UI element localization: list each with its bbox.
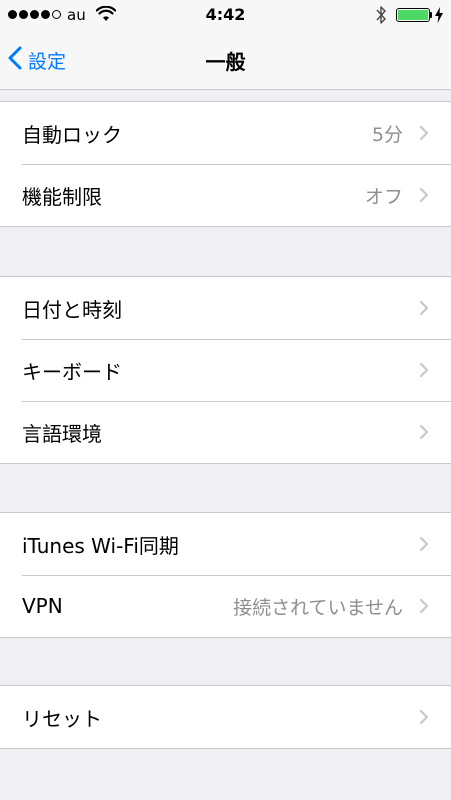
row-value: 接続されていません bbox=[233, 596, 403, 619]
row-label: 言語環境 bbox=[22, 421, 102, 446]
row-label: 日付と時刻 bbox=[22, 297, 122, 322]
settings-group-reset: リセット bbox=[0, 685, 451, 749]
row-value: オフ bbox=[364, 185, 403, 208]
chevron-right-icon bbox=[419, 598, 429, 618]
row-value: 5分 bbox=[371, 123, 403, 146]
chevron-right-icon bbox=[419, 362, 429, 382]
chevron-right-icon bbox=[419, 125, 429, 145]
settings-group-network: iTunes Wi-Fi同期 VPN 接続されていません bbox=[0, 512, 451, 638]
language-region-row[interactable]: 言語環境 bbox=[0, 401, 451, 463]
charging-bolt-icon bbox=[434, 7, 444, 27]
keyboard-row[interactable]: キーボード bbox=[0, 339, 451, 401]
chevron-right-icon bbox=[419, 709, 429, 729]
row-label: 機能制限 bbox=[22, 184, 102, 209]
date-time-row[interactable]: 日付と時刻 bbox=[0, 277, 451, 339]
status-bar: au 4:42 bbox=[0, 0, 451, 30]
bluetooth-icon bbox=[375, 5, 387, 29]
auto-lock-row[interactable]: 自動ロック 5分 bbox=[0, 102, 451, 164]
chevron-right-icon bbox=[419, 300, 429, 320]
settings-group-lock: 自動ロック 5分 機能制限 オフ bbox=[0, 101, 451, 227]
row-label: iTunes Wi-Fi同期 bbox=[22, 533, 179, 558]
row-label: キーボード bbox=[22, 359, 122, 384]
vpn-row[interactable]: VPN 接続されていません bbox=[0, 575, 451, 637]
chevron-right-icon bbox=[419, 536, 429, 556]
chevron-right-icon bbox=[419, 187, 429, 207]
page-title: 一般 bbox=[205, 50, 246, 74]
chevron-right-icon bbox=[419, 424, 429, 444]
itunes-wifi-sync-row[interactable]: iTunes Wi-Fi同期 bbox=[0, 513, 451, 575]
row-label: VPN bbox=[22, 594, 63, 618]
restrictions-row[interactable]: 機能制限 オフ bbox=[0, 164, 451, 226]
general-settings-screen: au 4:42 設定 一般 自動ロック 5分 機能制限 オフ 日付と時刻 キーボ… bbox=[0, 0, 451, 800]
row-label: 自動ロック bbox=[22, 122, 122, 147]
battery-fill bbox=[398, 10, 428, 20]
navigation-bar: 設定 一般 bbox=[0, 30, 451, 90]
row-label: リセット bbox=[22, 706, 102, 731]
reset-row[interactable]: リセット bbox=[0, 686, 451, 748]
battery-indicator bbox=[396, 8, 430, 22]
battery-tip bbox=[430, 12, 432, 18]
settings-group-locale: 日付と時刻 キーボード 言語環境 bbox=[0, 276, 451, 464]
